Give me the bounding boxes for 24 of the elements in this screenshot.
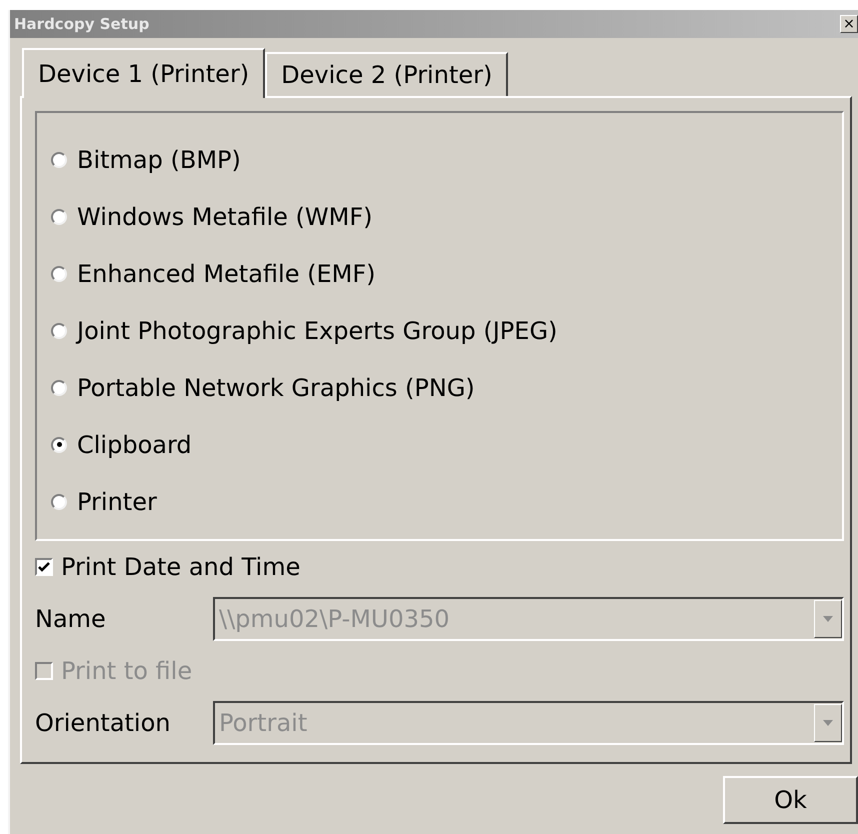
radio-label: Enhanced Metafile (EMF) <box>77 260 376 288</box>
radio-label: Clipboard <box>77 430 192 458</box>
field-label: Name <box>35 605 107 633</box>
radio-label: Windows Metafile (WMF) <box>77 202 372 230</box>
radio-button[interactable] <box>51 436 67 452</box>
tab[interactable]: Device 2 (Printer) <box>265 52 508 96</box>
radio-button[interactable] <box>51 380 67 396</box>
close-button[interactable]: × <box>840 15 858 33</box>
radio-label: Portable Network Graphics (PNG) <box>77 374 475 402</box>
tab[interactable]: Device 1 (Printer) <box>22 48 266 98</box>
window-title: Hardcopy Setup <box>14 15 150 33</box>
radio-label: Bitmap (BMP) <box>77 146 241 174</box>
checkbox[interactable] <box>35 558 53 576</box>
checkbox-label: Print Date and Time <box>61 553 300 581</box>
ok-button[interactable]: Ok <box>723 776 858 824</box>
radio-label: Printer <box>77 488 157 516</box>
radio-button[interactable] <box>51 322 67 338</box>
checkbox-label: Print to file <box>61 657 192 685</box>
field-label: Orientation <box>35 709 172 737</box>
radio-label: Joint Photographic Experts Group (JPEG) <box>77 316 558 344</box>
radio-button[interactable] <box>51 152 67 168</box>
radio-button[interactable] <box>51 266 67 282</box>
radio-button[interactable] <box>51 494 67 510</box>
radio-button[interactable] <box>51 208 67 224</box>
